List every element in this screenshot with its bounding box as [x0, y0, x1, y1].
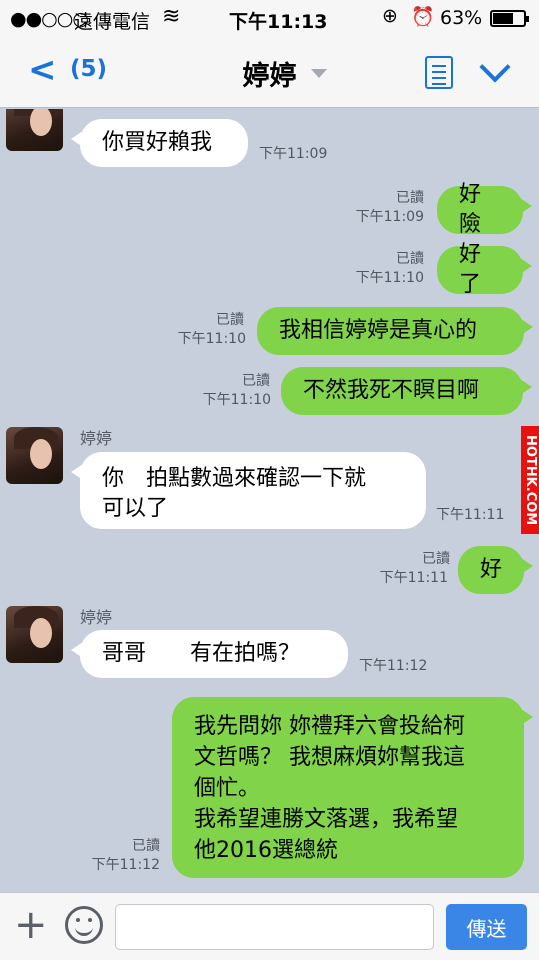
plus-icon[interactable]: +	[14, 903, 48, 947]
message-time: 下午11:10	[202, 392, 271, 408]
message-time: 下午11:12	[359, 658, 428, 674]
notes-icon[interactable]	[425, 56, 453, 89]
status-bar: ●●○○○ 遠傳電信 ≋ 下午11:13 ⊕ ⏰ 63%	[0, 0, 539, 36]
message-line: 我希望連勝文落選，我希望	[194, 807, 459, 832]
message-text: 不然我死不瞑目啊	[303, 378, 480, 403]
chat-header: < (5) 婷婷	[0, 36, 539, 108]
send-button[interactable]: 傳送	[446, 904, 527, 950]
message-input[interactable]	[115, 904, 434, 950]
message-time: 下午11:09	[355, 209, 424, 225]
avatar[interactable]	[6, 109, 63, 151]
outgoing-message[interactable]: 不然我死不瞑目啊	[281, 367, 532, 415]
emoji-icon[interactable]	[65, 906, 103, 944]
read-receipt: 已讀	[396, 251, 424, 267]
chat-title[interactable]: 婷婷	[0, 54, 539, 93]
sender-name: 婷婷	[80, 429, 113, 448]
message-text: 哥哥 有在拍嗎？	[102, 641, 301, 666]
message-time: 下午11:10	[177, 331, 246, 347]
wifi-icon: ≋	[162, 4, 181, 29]
outgoing-message[interactable]: 我先問妳 妳禮拜六會投給柯 文哲嗎？ 我想麻煩妳幫我這 個忙。 我希望連勝文落選…	[172, 697, 533, 878]
watermark: HOTHK.COM	[521, 426, 539, 534]
message-line: 個忙。	[194, 776, 261, 801]
outgoing-message[interactable]: 好了	[437, 242, 532, 297]
message-text: 好險	[459, 182, 482, 237]
message-time: 下午11:12	[91, 857, 160, 873]
message-line: 你 拍點數過來確認一下就	[102, 466, 367, 491]
battery-percent: 63%	[440, 7, 483, 29]
message-time: 下午11:11	[379, 570, 448, 586]
read-receipt: 已讀	[242, 373, 270, 389]
caret-down-icon[interactable]	[311, 69, 327, 78]
outgoing-message[interactable]: 好險	[437, 182, 532, 237]
read-receipt: 已讀	[422, 551, 450, 567]
battery-fill	[493, 13, 514, 24]
message-time: 下午11:11	[436, 507, 505, 523]
rotation-lock-icon: ⊕	[382, 5, 398, 27]
message-line: 可以了	[102, 496, 169, 521]
message-line: 我先問妳 妳禮拜六會投給柯	[194, 714, 465, 739]
avatar[interactable]	[6, 427, 63, 484]
battery-icon	[490, 10, 529, 27]
input-bar: + 傳送	[0, 892, 539, 960]
sender-name: 婷婷	[80, 608, 113, 627]
message-time: 下午11:10	[355, 270, 424, 286]
chat-area[interactable]: 你買好賴我 下午11:09 已讀 下午11:09 好險 已讀 下午11:10 好…	[0, 109, 539, 892]
read-receipt: 已讀	[216, 312, 244, 328]
incoming-message[interactable]: 哥哥 有在拍嗎？	[71, 630, 348, 678]
outgoing-message[interactable]: 好	[458, 546, 533, 594]
status-time: 下午11:13	[229, 11, 328, 33]
read-receipt: 已讀	[132, 838, 160, 854]
message-line: 文哲嗎？ 我想麻煩妳幫我這	[194, 745, 465, 770]
message-line: 他2016選總統	[194, 838, 338, 863]
incoming-message[interactable]: 你 拍點數過來確認一下就 可以了	[71, 452, 426, 529]
message-text: 好了	[459, 242, 482, 297]
message-text: 好	[479, 557, 502, 582]
alarm-icon: ⏰	[411, 6, 435, 28]
message-text: 你買好賴我	[102, 130, 213, 155]
avatar[interactable]	[6, 606, 63, 663]
incoming-message[interactable]: 你買好賴我	[71, 119, 248, 167]
carrier-name: 遠傳電信	[74, 11, 151, 33]
outgoing-message[interactable]: 我相信婷婷是真心的	[257, 307, 533, 355]
read-receipt: 已讀	[396, 190, 424, 206]
message-text: 我相信婷婷是真心的	[279, 318, 478, 343]
message-time: 下午11:09	[259, 146, 328, 162]
